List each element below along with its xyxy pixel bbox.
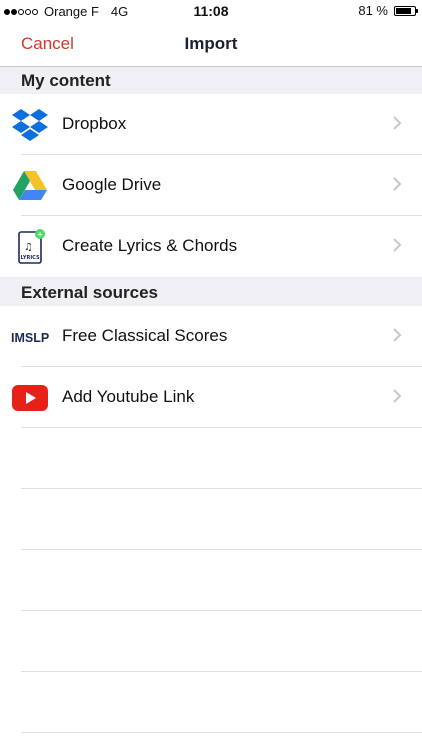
empty-row-separator	[21, 671, 422, 672]
row-create-lyrics[interactable]: ♫ LYRICS + Create Lyrics & Chords	[0, 216, 422, 277]
empty-row-separator	[21, 610, 422, 611]
chevron-right-icon	[393, 389, 402, 403]
row-label: Create Lyrics & Chords	[62, 236, 238, 255]
svg-text:+: +	[37, 231, 43, 239]
chevron-right-icon	[393, 238, 402, 252]
status-bar: Orange F 4G 11:08 81 %	[0, 0, 422, 22]
row-label: Google Drive	[62, 175, 162, 194]
row-google-drive[interactable]: Google Drive	[0, 155, 422, 216]
row-free-classical-scores[interactable]: IMSLP Free Classical Scores	[0, 306, 422, 367]
imslp-logo-icon: IMSLP	[8, 319, 54, 355]
row-add-youtube-link[interactable]: Add Youtube Link	[0, 367, 422, 428]
page-title: Import	[184, 34, 238, 53]
chevron-right-icon	[393, 328, 402, 342]
empty-row-separator	[21, 732, 422, 733]
svg-text:♫: ♫	[24, 242, 33, 253]
lyrics-document-icon: ♫ LYRICS +	[11, 229, 49, 265]
imslp-icon-text: IMSLP	[11, 331, 49, 345]
chevron-right-icon	[393, 177, 402, 191]
lyrics-icon-text: LYRICS	[20, 255, 40, 261]
navigation-bar: Cancel Import	[0, 22, 422, 67]
dropbox-icon	[11, 107, 49, 143]
section-header-external-sources: External sources	[0, 277, 422, 306]
empty-row-separator	[21, 549, 422, 550]
row-label: Dropbox	[62, 114, 127, 133]
youtube-icon	[11, 380, 49, 416]
battery-icon	[394, 5, 418, 16]
google-drive-icon	[11, 168, 49, 204]
row-label: Free Classical Scores	[62, 326, 228, 345]
battery-percentage: 81 %	[358, 3, 388, 18]
row-dropbox[interactable]: Dropbox	[0, 94, 422, 155]
chevron-right-icon	[393, 116, 402, 130]
status-right: 81 %	[358, 3, 418, 18]
section-header-my-content: My content	[0, 67, 422, 94]
row-label: Add Youtube Link	[62, 387, 195, 406]
empty-row-separator	[21, 488, 422, 489]
